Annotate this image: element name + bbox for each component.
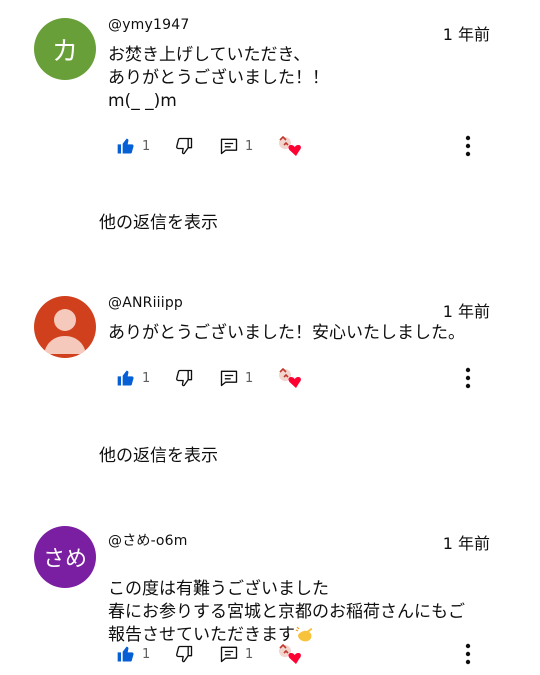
- thumbs-up-icon: [117, 370, 134, 386]
- default-user-icon: [44, 309, 86, 354]
- thumbs-up-icon: [117, 646, 134, 662]
- dislike-button[interactable]: [174, 134, 194, 158]
- comment-text: お焚き上げしていただき、 ありがとうございました！！ m(_ _)m: [108, 45, 329, 111]
- avatar-letter: カ: [51, 36, 78, 67]
- reply-count: 1: [245, 646, 254, 662]
- avatar[interactable]: カ: [34, 18, 96, 80]
- thumbs-down-icon: [176, 645, 193, 663]
- like-button[interactable]: 1: [116, 366, 150, 390]
- comment-timestamp: 1 年前: [442, 302, 490, 321]
- show-replies-link[interactable]: 他の返信を表示: [99, 208, 218, 233]
- more-options-button[interactable]: [458, 642, 478, 666]
- comment-text: この度は有難うございました 春にお参りする宮城と京都のお稲荷さんにもご 報告させ…: [108, 555, 528, 647]
- more-vert-icon: [465, 643, 471, 665]
- like-button[interactable]: 1: [116, 134, 150, 158]
- like-count: 1: [142, 370, 151, 386]
- dislike-button[interactable]: [174, 642, 194, 666]
- reply-count: 1: [245, 370, 254, 386]
- reply-button[interactable]: 1: [219, 366, 253, 390]
- comment-author[interactable]: @ymy1947: [108, 17, 189, 33]
- thumbs-up-icon: [117, 138, 134, 154]
- comment-actions: 1 1: [0, 134, 540, 158]
- creator-heart: [277, 642, 303, 666]
- like-button[interactable]: 1: [116, 642, 150, 666]
- creator-heart: [277, 366, 303, 390]
- thumbs-down-icon: [176, 369, 193, 387]
- creator-heart-icon: [279, 367, 301, 388]
- comment-actions: 1 1: [0, 366, 540, 390]
- creator-heart-icon: [279, 135, 301, 156]
- reply-button[interactable]: 1: [219, 134, 253, 158]
- more-vert-icon: [465, 367, 471, 389]
- creator-heart: [277, 134, 303, 158]
- avatar-letter: さめ: [42, 547, 87, 572]
- more-options-button[interactable]: [458, 134, 478, 158]
- comment-text-content: この度は有難うございました 春にお参りする宮城と京都のお稲荷さんにもご 報告させ…: [108, 579, 465, 645]
- thumbs-down-icon: [176, 137, 193, 155]
- like-count: 1: [142, 646, 151, 662]
- comment-timestamp: 1 年前: [442, 534, 490, 553]
- comment-icon: [220, 138, 238, 155]
- comment-timestamp: 1 年前: [442, 25, 490, 44]
- dislike-button[interactable]: [174, 366, 194, 390]
- like-count: 1: [142, 138, 151, 154]
- show-replies-link[interactable]: 他の返信を表示: [99, 441, 218, 466]
- avatar[interactable]: さめ: [34, 526, 96, 588]
- comment-author[interactable]: @ANRiiipp: [108, 295, 183, 311]
- creator-heart-icon: [279, 643, 301, 664]
- reply-count: 1: [245, 138, 254, 154]
- avatar[interactable]: [34, 296, 96, 358]
- more-options-button[interactable]: [458, 366, 478, 390]
- comment-text: ありがとうございました！安心いたしました。: [108, 323, 465, 343]
- comment-actions: 1 1: [0, 642, 540, 666]
- comment-icon: [220, 370, 238, 387]
- reply-button[interactable]: 1: [219, 642, 253, 666]
- comment-author[interactable]: @さめ-o6m: [108, 530, 188, 550]
- comment-icon: [220, 646, 238, 663]
- more-vert-icon: [465, 135, 471, 157]
